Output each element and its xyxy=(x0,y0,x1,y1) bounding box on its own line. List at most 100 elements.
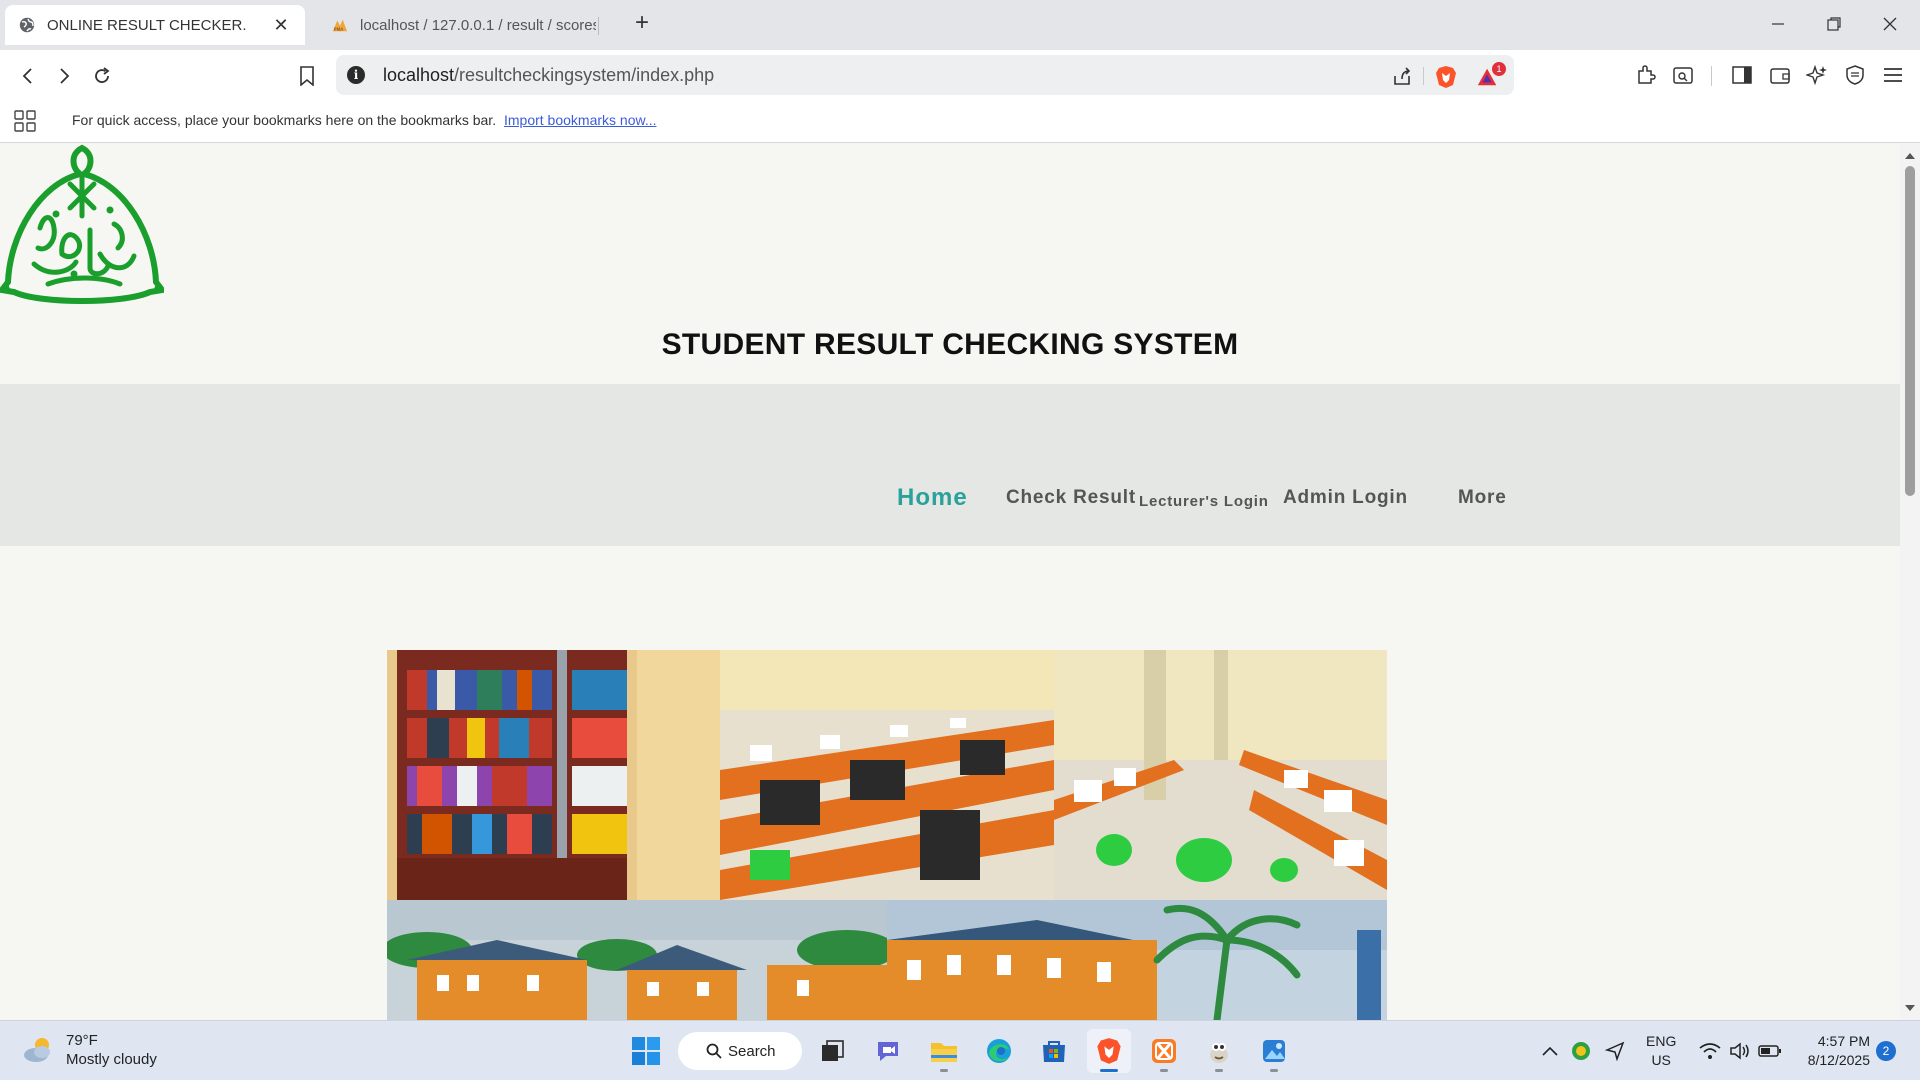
battery-tray-icon[interactable] xyxy=(1756,1021,1784,1080)
windows-taskbar: 79°F Mostly cloudy Search ENG US 4:57 PM… xyxy=(0,1020,1920,1080)
bookmarks-hint-text: For quick access, place your bookmarks h… xyxy=(72,112,497,128)
forward-button[interactable] xyxy=(50,62,78,90)
task-view-button[interactable] xyxy=(811,1029,855,1073)
active-indicator xyxy=(1100,1069,1118,1072)
exam-hall-photo xyxy=(1054,650,1387,900)
main-navigation: Home Check Result Lecturer's Login Admin… xyxy=(0,384,1900,546)
minimize-button[interactable] xyxy=(1750,0,1806,48)
folder-icon xyxy=(931,1043,957,1062)
weather-widget[interactable]: 79°F Mostly cloudy xyxy=(22,1031,157,1069)
scroll-up-icon[interactable] xyxy=(1904,150,1916,162)
new-tab-button[interactable]: + xyxy=(628,10,656,38)
edge-button[interactable] xyxy=(977,1029,1021,1073)
page-scrollbar[interactable] xyxy=(1900,144,1920,1020)
leo-search-icon[interactable] xyxy=(1670,62,1696,88)
reload-icon xyxy=(95,67,110,83)
tab-phpmyadmin[interactable]: PMA localhost / 127.0.0.1 / result / sco… xyxy=(318,5,610,45)
partly-cloudy-icon xyxy=(24,1038,50,1062)
arrow-right-icon xyxy=(60,68,70,84)
import-bookmarks-link[interactable]: Import bookmarks now... xyxy=(504,112,657,128)
close-icon xyxy=(1883,17,1897,31)
address-bar-divider xyxy=(1423,67,1424,85)
photos-button[interactable] xyxy=(1252,1029,1296,1073)
language-code: ENG xyxy=(1646,1033,1677,1049)
scrollbar-thumb[interactable] xyxy=(1905,166,1915,496)
minimize-icon xyxy=(1772,23,1784,25)
nav-check-result[interactable]: Check Result xyxy=(1006,487,1136,509)
gimp-icon xyxy=(1210,1043,1228,1063)
bookmark-button[interactable] xyxy=(293,62,321,90)
toolbar-divider xyxy=(1711,66,1712,86)
close-window-button[interactable] xyxy=(1862,0,1918,48)
nav-admin-login[interactable]: Admin Login xyxy=(1283,487,1408,509)
microsoft-store-button[interactable] xyxy=(1032,1029,1076,1073)
brave-rewards-icon[interactable]: 1 xyxy=(1476,62,1506,89)
wifi-icon xyxy=(1699,1043,1721,1059)
extensions-icon[interactable] xyxy=(1633,62,1659,88)
language-indicator[interactable]: ENG US xyxy=(1646,1032,1676,1070)
apps-grid-icon[interactable] xyxy=(14,110,36,135)
clock-time: 4:57 PM xyxy=(1817,1033,1870,1049)
system-clock[interactable]: 4:57 PM 8/12/2025 xyxy=(1790,1032,1870,1070)
bookmarks-bar: For quick access, place your bookmarks h… xyxy=(0,100,1920,143)
taskbar-search[interactable]: Search xyxy=(678,1032,802,1070)
teams-chat-button[interactable] xyxy=(866,1029,910,1073)
weather-description: Mostly cloudy xyxy=(66,1051,157,1068)
site-info-icon[interactable]: i xyxy=(347,66,365,84)
nav-more[interactable]: More xyxy=(1458,487,1507,509)
edge-browser-icon xyxy=(987,1039,1011,1063)
gimp-button[interactable] xyxy=(1197,1029,1241,1073)
tab-separator xyxy=(598,17,599,35)
nav-lecturers-login[interactable]: Lecturer's Login xyxy=(1139,493,1269,510)
menu-icon[interactable] xyxy=(1880,62,1906,88)
site-title: STUDENT RESULT CHECKING SYSTEM xyxy=(661,328,1239,361)
scroll-down-icon[interactable] xyxy=(1904,1002,1916,1014)
xampp-button[interactable] xyxy=(1142,1029,1186,1073)
computer-lab-photo xyxy=(720,650,1054,900)
brave-browser-button[interactable] xyxy=(1087,1029,1131,1073)
speaker-icon xyxy=(1730,1042,1749,1060)
vpn-shield-icon[interactable] xyxy=(1842,62,1868,88)
notification-badge[interactable]: 2 xyxy=(1876,1041,1896,1061)
running-indicator xyxy=(1215,1069,1223,1072)
svg-text:PMA: PMA xyxy=(334,27,344,33)
share-icon[interactable] xyxy=(1390,65,1414,89)
send-arrow-icon xyxy=(1605,1041,1625,1061)
task-view-icon xyxy=(822,1040,844,1061)
close-tab-icon[interactable]: ✕ xyxy=(271,15,291,36)
leo-ai-icon[interactable] xyxy=(1804,62,1830,88)
page-viewport: STUDENT RESULT CHECKING SYSTEM Home Chec… xyxy=(0,144,1900,1020)
bookmark-icon xyxy=(300,66,314,86)
windows-start-icon xyxy=(632,1037,660,1065)
campus-building-photo xyxy=(387,900,887,1020)
file-explorer-button[interactable] xyxy=(922,1029,966,1073)
wallet-icon[interactable] xyxy=(1767,62,1793,88)
chevron-up-icon xyxy=(1542,1046,1558,1056)
start-button[interactable] xyxy=(624,1029,668,1073)
restore-button[interactable] xyxy=(1806,0,1862,48)
tab-online-result-checker[interactable]: ONLINE RESULT CHECKER. ✕ xyxy=(5,5,305,45)
tray-colored-icon xyxy=(1572,1042,1590,1060)
volume-tray-icon[interactable] xyxy=(1726,1021,1754,1080)
nav-home[interactable]: Home xyxy=(897,484,968,512)
tray-app-icon[interactable] xyxy=(1568,1021,1594,1080)
location-tray-icon[interactable] xyxy=(1602,1021,1628,1080)
tab-title: ONLINE RESULT CHECKER. xyxy=(47,16,247,34)
xampp-icon xyxy=(1152,1039,1176,1063)
wifi-tray-icon[interactable] xyxy=(1696,1021,1724,1080)
phpmyadmin-icon: PMA xyxy=(332,17,348,33)
campus-photo-gallery xyxy=(387,650,1387,1020)
back-button[interactable] xyxy=(14,62,42,90)
arrow-left-icon xyxy=(22,68,32,84)
running-indicator xyxy=(1160,1069,1168,1072)
store-icon xyxy=(1043,1041,1065,1062)
sidebar-icon[interactable] xyxy=(1729,62,1755,88)
url-host: localhost xyxy=(383,64,455,85)
address-bar[interactable]: i localhost/resultcheckingsystem/index.p… xyxy=(336,55,1514,95)
clock-date: 8/12/2025 xyxy=(1807,1052,1870,1068)
reload-button[interactable] xyxy=(88,62,116,90)
brave-shields-icon[interactable] xyxy=(1434,65,1458,89)
rewards-badge: 1 xyxy=(1492,62,1506,76)
show-hidden-icons[interactable] xyxy=(1538,1021,1562,1080)
campus-building-palm-photo xyxy=(887,900,1387,1020)
